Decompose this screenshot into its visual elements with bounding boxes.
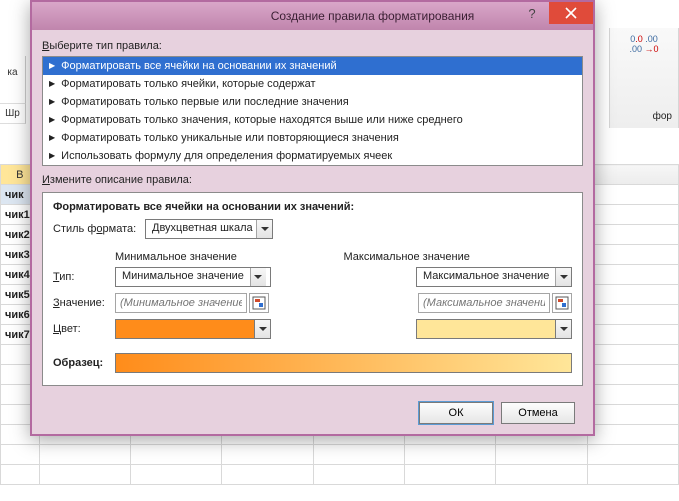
cancel-button[interactable]: Отмена: [501, 402, 575, 424]
ribbon-group-label: фор: [653, 111, 672, 122]
min-value-input-wrap: [115, 293, 247, 313]
titlebar[interactable]: Создание правила форматирования ?: [32, 2, 593, 30]
min-column-header: Минимальное значение: [115, 251, 344, 263]
min-value-input[interactable]: [116, 294, 246, 312]
close-icon: [565, 7, 577, 19]
chevron-down-icon[interactable]: [256, 220, 272, 238]
rule-type-text: Форматировать все ячейки на основании их…: [61, 60, 336, 72]
close-button[interactable]: [549, 2, 593, 24]
type-label: Тип:: [53, 271, 115, 283]
col-header[interactable]: [587, 165, 678, 185]
increase-decrease-decimal-icon[interactable]: 0.0 .00 .00 →0: [610, 34, 678, 54]
arrow-right-icon: ▶: [49, 134, 55, 142]
color-label: Цвет:: [53, 323, 115, 335]
sample-label: Образец:: [53, 357, 115, 369]
chevron-down-icon[interactable]: [556, 319, 572, 339]
arrow-right-icon: ▶: [49, 62, 55, 70]
rule-type-text: Использовать формулу для определения фор…: [61, 150, 392, 162]
chevron-down-icon[interactable]: [255, 319, 271, 339]
max-value-input[interactable]: [419, 294, 549, 312]
min-color-combo[interactable]: [115, 319, 271, 339]
description-heading: Форматировать все ячейки на основании их…: [53, 201, 572, 213]
ok-button[interactable]: ОК: [419, 402, 493, 424]
chevron-down-icon[interactable]: [250, 268, 266, 286]
range-select-icon: [252, 296, 266, 310]
rule-type-label: Выберите тип правила:: [42, 40, 583, 52]
min-ref-button[interactable]: [249, 293, 269, 313]
left-fragment: ка Шр: [0, 56, 26, 124]
arrow-right-icon: ▶: [49, 152, 55, 160]
rule-type-item[interactable]: ▶ Форматировать только значения, которые…: [43, 111, 582, 129]
max-ref-button[interactable]: [552, 293, 572, 313]
rule-type-item[interactable]: ▶ Форматировать только первые или послед…: [43, 93, 582, 111]
rule-type-text: Форматировать только значения, которые н…: [61, 114, 463, 126]
sample-gradient-preview: [115, 353, 572, 373]
arrow-right-icon: ▶: [49, 116, 55, 124]
max-type-combo[interactable]: Максимальное значение: [416, 267, 572, 287]
arrow-right-icon: ▶: [49, 80, 55, 88]
format-style-label: Стиль формата:: [53, 223, 145, 235]
rule-description-panel: Форматировать все ячейки на основании их…: [42, 192, 583, 386]
edit-description-label: Измените описание правила:: [42, 174, 583, 186]
rule-type-item[interactable]: ▶ Форматировать все ячейки на основании …: [43, 57, 582, 75]
max-color-combo[interactable]: [416, 319, 572, 339]
max-column-header: Максимальное значение: [344, 251, 573, 263]
dialog-footer: ОК Отмена: [42, 392, 583, 424]
value-label: Значение:: [53, 297, 115, 309]
min-type-combo[interactable]: Минимальное значение: [115, 267, 271, 287]
rule-type-text: Форматировать только уникальные или повт…: [61, 132, 399, 144]
ribbon-fragment: 0.0 .00 .00 →0 фор: [609, 28, 679, 128]
rule-type-item[interactable]: ▶ Использовать формулу для определения ф…: [43, 147, 582, 165]
min-color-swatch: [115, 319, 255, 339]
rule-type-list[interactable]: ▶ Форматировать все ячейки на основании …: [42, 56, 583, 166]
format-style-value: Двухцветная шкала: [146, 220, 256, 238]
help-button[interactable]: ?: [515, 2, 549, 24]
max-color-swatch: [416, 319, 556, 339]
format-style-combo[interactable]: Двухцветная шкала: [145, 219, 273, 239]
dialog-title: Создание правила форматирования: [271, 9, 475, 23]
rule-type-item[interactable]: ▶ Форматировать только ячейки, которые с…: [43, 75, 582, 93]
arrow-right-icon: ▶: [49, 98, 55, 106]
dialog-new-formatting-rule: Создание правила форматирования ? Выбери…: [30, 0, 595, 436]
rule-type-text: Форматировать только первые или последни…: [61, 96, 349, 108]
rule-type-item[interactable]: ▶ Форматировать только уникальные или по…: [43, 129, 582, 147]
rule-type-text: Форматировать только ячейки, которые сод…: [61, 78, 315, 90]
range-select-icon: [555, 296, 569, 310]
chevron-down-icon[interactable]: [555, 268, 571, 286]
max-value-input-wrap: [418, 293, 550, 313]
